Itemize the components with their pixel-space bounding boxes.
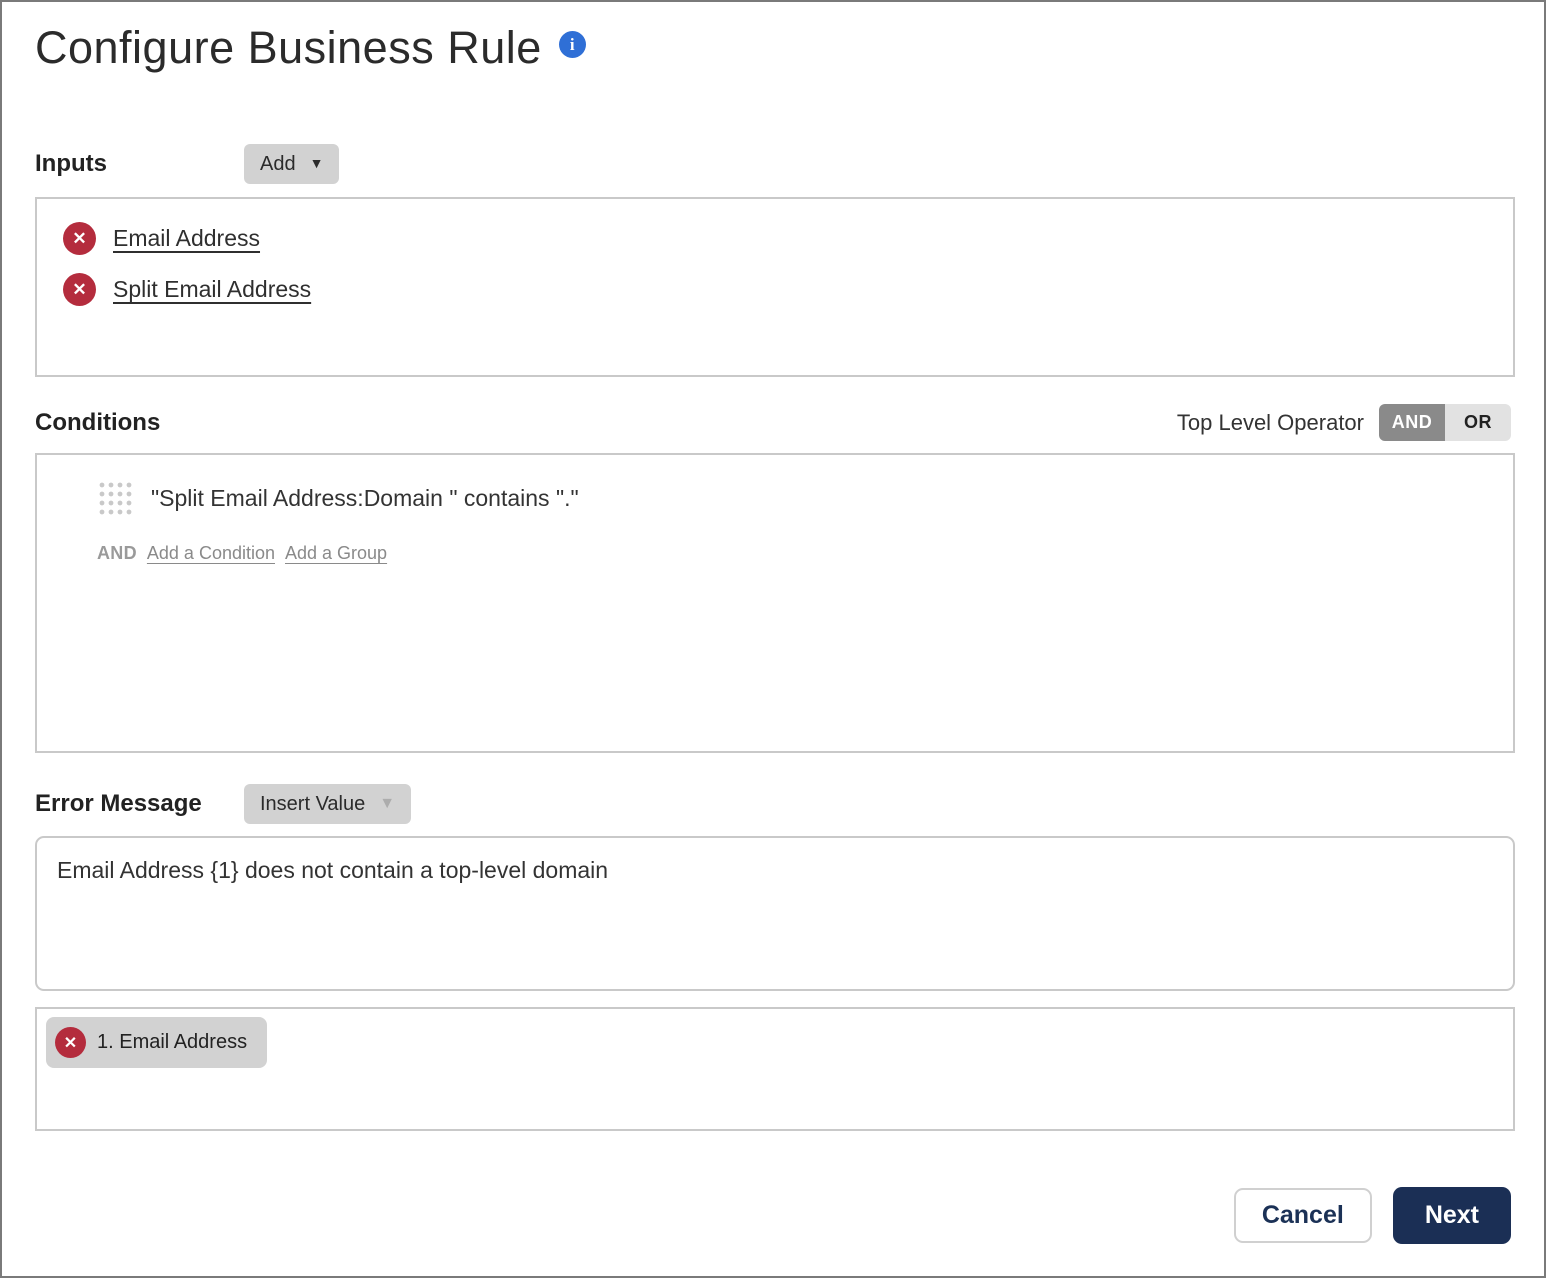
- add-input-button[interactable]: Add ▼: [244, 144, 340, 184]
- input-link-email-address[interactable]: Email Address: [113, 225, 260, 252]
- conditions-section-header: Conditions Top Level Operator AND OR: [35, 404, 1511, 441]
- top-level-operator-label: Top Level Operator: [1176, 409, 1364, 435]
- condition-text[interactable]: "Split Email Address:Domain " contains "…: [151, 485, 579, 512]
- insert-value-button[interactable]: Insert Value ▼: [244, 784, 412, 824]
- inputs-list-panel: ✕ Email Address ✕ Split Email Address: [35, 197, 1515, 377]
- dialog-footer: Cancel Next: [35, 1187, 1511, 1244]
- delete-value-icon[interactable]: ✕: [55, 1027, 86, 1058]
- cancel-button[interactable]: Cancel: [1233, 1188, 1372, 1243]
- delete-input-icon[interactable]: ✕: [63, 273, 96, 306]
- input-row-split-email-address: ✕ Split Email Address: [63, 264, 1513, 315]
- chevron-down-icon: ▼: [379, 794, 396, 812]
- conditions-panel: "Split Email Address:Domain " contains "…: [35, 453, 1515, 753]
- value-chip-email-address[interactable]: ✕ 1. Email Address: [46, 1017, 268, 1068]
- add-button-label: Add: [260, 153, 296, 175]
- page-title: Configure Business Rule: [35, 22, 542, 73]
- error-message-section-header: Error Message Insert Value ▼: [35, 784, 1511, 824]
- error-message-label: Error Message: [35, 790, 202, 817]
- input-row-email-address: ✕ Email Address: [63, 213, 1513, 264]
- configure-business-rule-dialog: Configure Business Rule i Inputs Add ▼ ✕…: [2, 2, 1544, 1276]
- add-condition-link[interactable]: Add a Condition: [147, 543, 275, 564]
- top-level-operator-wrap: Top Level Operator AND OR: [1177, 404, 1511, 441]
- inputs-section-header: Inputs Add ▼: [35, 144, 1511, 184]
- condition-footer: AND Add a Condition Add a Group: [97, 543, 1513, 564]
- inputs-label: Inputs: [35, 150, 107, 177]
- next-button[interactable]: Next: [1392, 1187, 1511, 1244]
- value-chip-label: 1. Email Address: [97, 1031, 248, 1053]
- condition-row: "Split Email Address:Domain " contains "…: [97, 480, 1513, 516]
- info-icon[interactable]: i: [558, 31, 586, 58]
- error-message-textarea[interactable]: [35, 836, 1515, 991]
- chevron-down-icon: ▼: [309, 155, 324, 172]
- drag-handle-icon[interactable]: [97, 480, 133, 516]
- operator-toggle: AND OR: [1379, 404, 1511, 441]
- insert-value-button-label: Insert Value: [260, 793, 366, 815]
- input-link-split-email-address[interactable]: Split Email Address: [113, 276, 311, 303]
- title-row: Configure Business Rule i: [35, 22, 1511, 74]
- add-group-link[interactable]: Add a Group: [285, 543, 387, 564]
- operator-toggle-or[interactable]: OR: [1445, 404, 1511, 441]
- inserted-values-panel: ✕ 1. Email Address: [35, 1007, 1515, 1131]
- condition-operator-label: AND: [97, 543, 137, 563]
- delete-input-icon[interactable]: ✕: [63, 222, 96, 255]
- conditions-label: Conditions: [35, 408, 161, 436]
- operator-toggle-and[interactable]: AND: [1379, 404, 1445, 441]
